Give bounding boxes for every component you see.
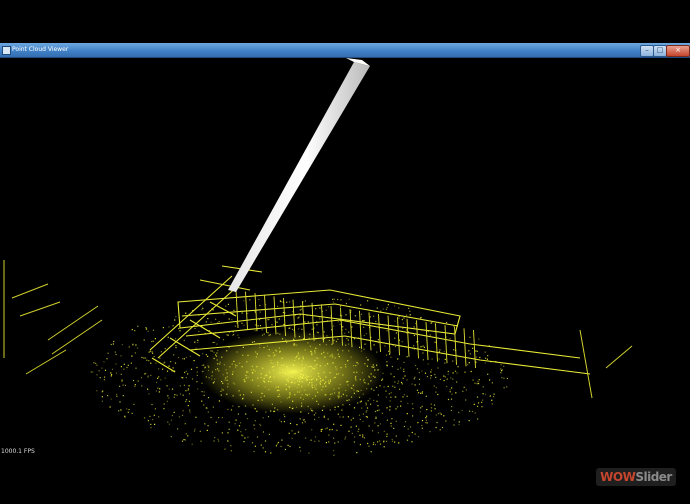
watermark-logo: WOWSlider bbox=[596, 468, 676, 486]
point-cloud-viewport[interactable] bbox=[0, 58, 690, 500]
fps-counter: 1000.1 FPS bbox=[1, 448, 35, 455]
window-titlebar[interactable]: Point Cloud Viewer – □ × bbox=[0, 43, 690, 58]
app-icon bbox=[2, 46, 11, 55]
maximize-button[interactable]: □ bbox=[653, 45, 667, 57]
vertical-pole bbox=[228, 62, 370, 292]
watermark-part-2: Slider bbox=[635, 470, 672, 484]
window-title: Point Cloud Viewer bbox=[12, 46, 69, 53]
watermark-part-1: WOW bbox=[600, 470, 636, 484]
minimize-button[interactable]: – bbox=[640, 45, 654, 57]
close-button[interactable]: × bbox=[666, 45, 690, 57]
point-cloud-canvas[interactable] bbox=[0, 58, 690, 500]
dense-ground-glow bbox=[200, 330, 384, 414]
